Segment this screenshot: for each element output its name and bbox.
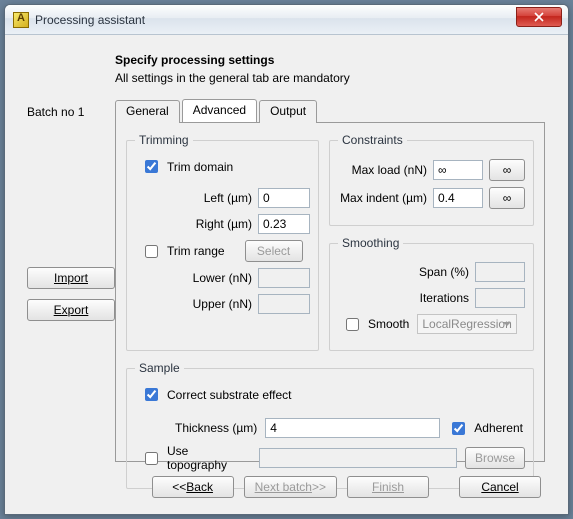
trimming-legend: Trimming bbox=[135, 133, 193, 147]
finish-button[interactable]: Finish bbox=[347, 476, 429, 498]
lower-label: Lower (nN) bbox=[193, 271, 252, 285]
max-indent-input[interactable] bbox=[433, 188, 483, 208]
client-area: Specify processing settings All settings… bbox=[5, 35, 568, 514]
correct-substrate-label: Correct substrate effect bbox=[167, 388, 292, 402]
constraints-legend: Constraints bbox=[338, 133, 407, 147]
trim-domain-label: Trim domain bbox=[167, 160, 233, 174]
next-button[interactable]: Next batch >> bbox=[244, 476, 337, 498]
smoothing-legend: Smoothing bbox=[338, 236, 403, 250]
batch-label: Batch no 1 bbox=[27, 105, 115, 119]
trimming-group: Trimming Trim domain Left (µm) Right (µm… bbox=[126, 133, 319, 351]
max-indent-label: Max indent (µm) bbox=[340, 191, 427, 205]
cancel-button[interactable]: Cancel bbox=[459, 476, 541, 498]
export-button[interactable]: Export bbox=[27, 299, 115, 321]
adherent-label: Adherent bbox=[474, 421, 523, 435]
left-label: Left (µm) bbox=[204, 191, 252, 205]
correct-substrate-checkbox[interactable] bbox=[145, 388, 158, 401]
select-button[interactable]: Select bbox=[245, 240, 303, 262]
span-input bbox=[475, 262, 525, 282]
left-input[interactable] bbox=[258, 188, 310, 208]
span-label: Span (%) bbox=[419, 265, 469, 279]
trim-range-label: Trim range bbox=[167, 244, 225, 258]
tab-advanced[interactable]: Advanced bbox=[182, 99, 257, 122]
smoothing-group: Smoothing Span (%) Iterations Smooth Loc… bbox=[329, 236, 534, 351]
trim-range-checkbox[interactable] bbox=[145, 245, 158, 258]
right-input[interactable] bbox=[258, 214, 310, 234]
iterations-input bbox=[475, 288, 525, 308]
max-load-input[interactable] bbox=[433, 160, 483, 180]
thickness-label: Thickness (µm) bbox=[175, 421, 257, 435]
close-icon bbox=[534, 12, 544, 22]
lower-input bbox=[258, 268, 310, 288]
max-load-infinity-button[interactable]: ∞ bbox=[489, 159, 525, 181]
page-subtitle: All settings in the general tab are mand… bbox=[115, 71, 546, 85]
window: Processing assistant Specify processing … bbox=[4, 4, 569, 515]
right-label: Right (µm) bbox=[196, 217, 252, 231]
tab-bar: General Advanced Output bbox=[115, 99, 545, 123]
close-button[interactable] bbox=[516, 7, 562, 27]
browse-button[interactable]: Browse bbox=[465, 447, 525, 469]
max-load-label: Max load (nN) bbox=[352, 163, 427, 177]
smooth-checkbox[interactable] bbox=[346, 318, 359, 331]
tab-panel-advanced: Trimming Trim domain Left (µm) Right (µm… bbox=[115, 122, 545, 462]
page-title: Specify processing settings bbox=[115, 53, 546, 67]
window-title: Processing assistant bbox=[35, 13, 145, 27]
trim-domain-checkbox[interactable] bbox=[145, 160, 158, 173]
topography-path-input bbox=[259, 448, 457, 468]
wizard-footer: << Back Next batch >> Finish Cancel bbox=[115, 476, 541, 498]
max-indent-infinity-button[interactable]: ∞ bbox=[489, 187, 525, 209]
use-topography-checkbox[interactable] bbox=[145, 452, 158, 465]
upper-label: Upper (nN) bbox=[193, 297, 252, 311]
smooth-label: Smooth bbox=[368, 317, 409, 331]
adherent-checkbox[interactable] bbox=[452, 422, 465, 435]
upper-input bbox=[258, 294, 310, 314]
tab-output[interactable]: Output bbox=[259, 100, 317, 123]
back-button[interactable]: << Back bbox=[152, 476, 234, 498]
thickness-input[interactable] bbox=[265, 418, 440, 438]
import-button[interactable]: Import bbox=[27, 267, 115, 289]
sample-legend: Sample bbox=[135, 361, 184, 375]
tab-general[interactable]: General bbox=[115, 100, 180, 123]
constraints-group: Constraints Max load (nN) ∞ Max indent (µ… bbox=[329, 133, 534, 226]
iterations-label: Iterations bbox=[420, 291, 469, 305]
titlebar: Processing assistant bbox=[5, 5, 568, 35]
sample-group: Sample Correct substrate effect Thicknes… bbox=[126, 361, 534, 489]
smoothing-method-select[interactable]: LocalRegression bbox=[417, 314, 517, 334]
app-icon bbox=[13, 12, 29, 28]
use-topography-label: Use topography bbox=[167, 444, 251, 472]
